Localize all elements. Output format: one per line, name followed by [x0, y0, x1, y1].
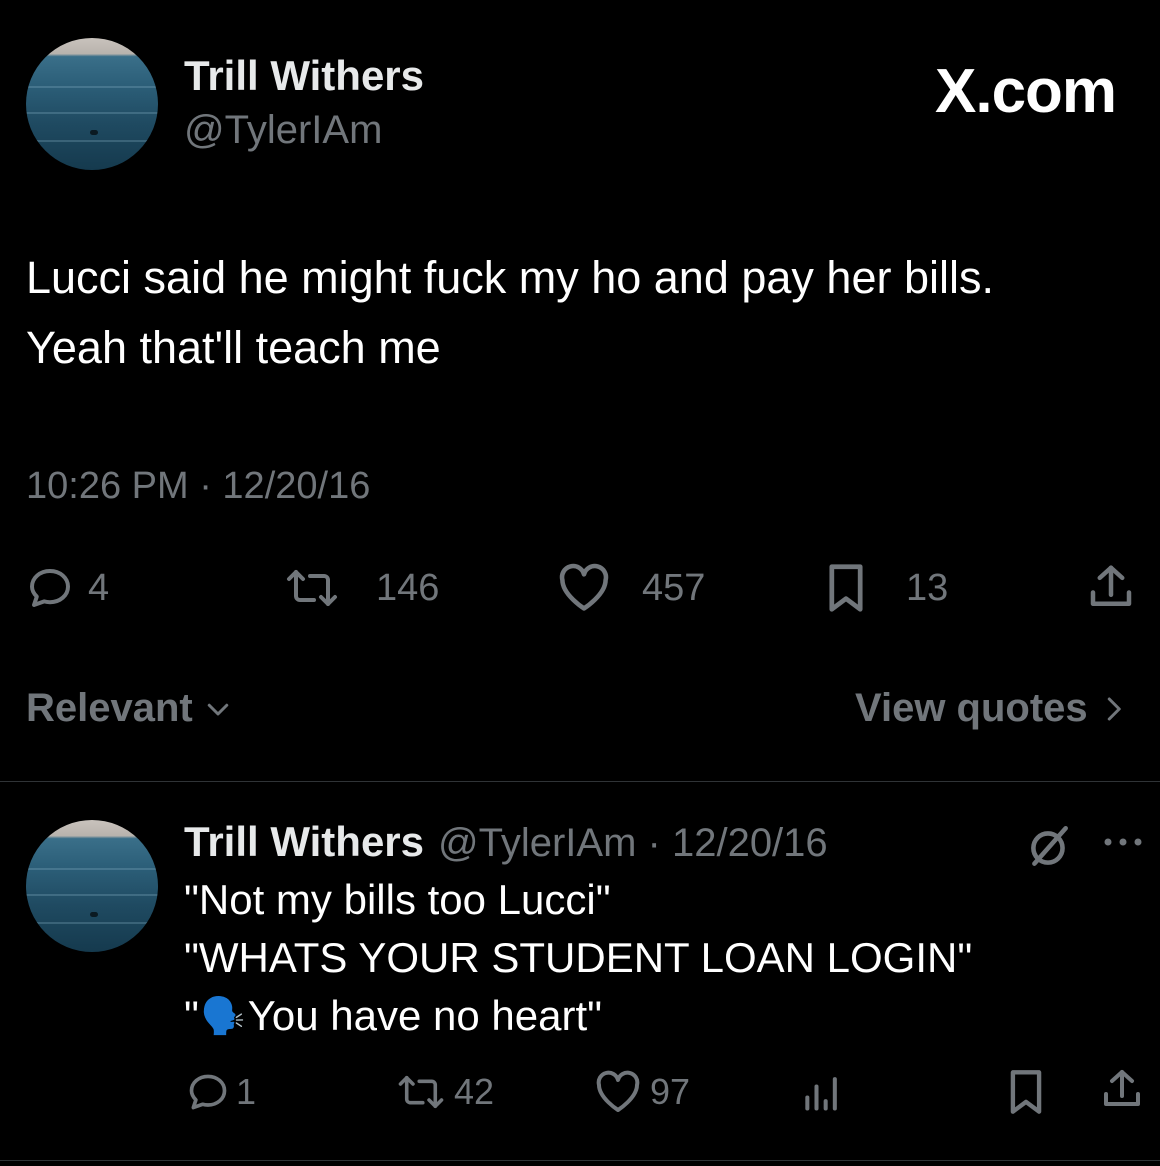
reply-author-name[interactable]: Trill Withers: [184, 818, 424, 866]
bookmark-icon: [1004, 1068, 1048, 1116]
reply-retweet-button[interactable]: 42: [396, 1068, 494, 1116]
sort-dropdown[interactable]: Relevant: [26, 686, 233, 731]
grok-icon[interactable]: [1024, 822, 1074, 872]
reply-text-line3-text: You have no heart": [247, 992, 603, 1039]
brand-logo: X.com: [935, 57, 1117, 126]
reply-icon: [186, 1070, 230, 1114]
reply-retweet-count: 42: [454, 1071, 495, 1112]
bookmark-button[interactable]: 13: [822, 560, 948, 616]
bookmark-count: 13: [906, 566, 949, 609]
chevron-down-icon: [203, 694, 233, 724]
like-count: 457: [642, 566, 706, 609]
reply-quote-mark: ": [184, 992, 199, 1039]
view-quotes-link[interactable]: View quotes: [855, 686, 1128, 731]
bookmark-icon: [822, 562, 870, 614]
retweet-count: 146: [376, 566, 440, 609]
more-icon[interactable]: [1100, 832, 1146, 852]
heart-icon: [556, 563, 612, 613]
reply-like-button[interactable]: 97: [594, 1068, 690, 1116]
reply-like-count: 97: [650, 1071, 691, 1112]
share-icon: [1098, 1066, 1146, 1114]
speaking-head-emoji: 🗣️: [200, 995, 246, 1036]
reply-bookmark-button[interactable]: [1004, 1068, 1048, 1116]
retweet-icon: [396, 1070, 446, 1114]
author-handle[interactable]: @TylerIAm: [184, 108, 382, 153]
reply-button[interactable]: 4: [26, 560, 109, 616]
tweet-text-line2: Yeah that'll teach me: [26, 322, 441, 373]
heart-icon: [594, 1070, 642, 1114]
reply-reply-count: 1: [236, 1071, 257, 1112]
reply-text-line2: "WHATS YOUR STUDENT LOAN LOGIN": [184, 934, 973, 981]
tweet-timestamp[interactable]: 10:26 PM · 12/20/16: [26, 465, 370, 508]
share-button[interactable]: [1084, 560, 1138, 616]
views-icon[interactable]: [800, 1070, 844, 1114]
retweet-icon: [284, 564, 340, 612]
retweet-button[interactable]: 146: [284, 560, 439, 616]
view-quotes-label: View quotes: [855, 686, 1088, 730]
like-button[interactable]: 457: [556, 560, 705, 616]
tweet-text-line1: Lucci said he might fuck my ho and pay h…: [26, 252, 994, 303]
bottom-divider: [0, 1160, 1160, 1161]
author-name[interactable]: Trill Withers: [184, 52, 424, 100]
reply-share-button[interactable]: [1098, 1066, 1146, 1114]
section-divider: [0, 781, 1160, 782]
reply-icon: [26, 564, 74, 612]
sort-label: Relevant: [26, 686, 193, 730]
author-avatar[interactable]: [26, 38, 158, 170]
reply-text-line3: " 🗣️ You have no heart": [184, 992, 602, 1040]
reply-header: Trill Withers @TylerIAm · 12/20/16: [184, 818, 828, 866]
share-icon: [1084, 561, 1138, 615]
reply-text-line1: "Not my bills too Lucci": [184, 876, 611, 923]
chevron-right-icon: [1098, 694, 1128, 724]
reply-author-avatar[interactable]: [26, 820, 158, 952]
reply-reply-button[interactable]: 1: [186, 1068, 256, 1116]
reply-count: 4: [88, 566, 110, 609]
reply-handle-date[interactable]: @TylerIAm · 12/20/16: [438, 821, 828, 866]
